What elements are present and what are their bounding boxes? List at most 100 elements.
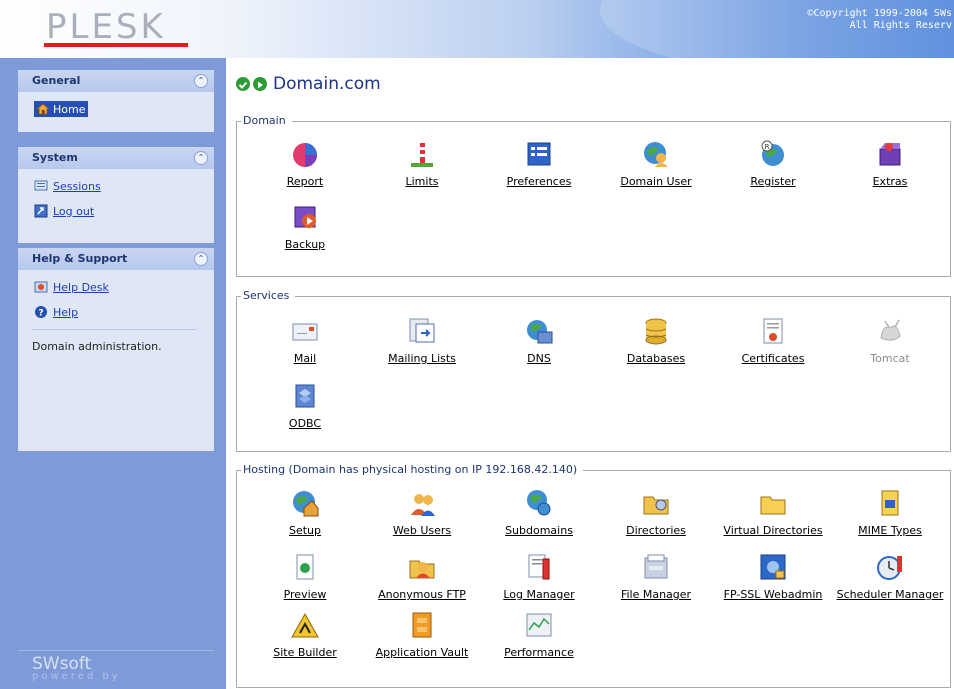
system-panel-header[interactable]: System ⌃ [18,147,214,169]
register-icon[interactable]: R [758,139,788,169]
tool-register[interactable]: R Register [713,139,833,188]
tool-mail[interactable]: Mail [245,316,365,365]
tool-domain-user[interactable]: Domain User [596,139,716,188]
tool-label[interactable]: Certificates [713,352,833,365]
subdomains-icon[interactable] [524,488,554,518]
tool-label[interactable]: Setup [245,524,365,537]
performance-icon[interactable] [524,610,554,640]
help-panel-header[interactable]: Help & Support ⌃ [18,248,214,270]
tool-dns[interactable]: DNS [479,316,599,365]
tool-mime-types[interactable]: MIME Types [830,488,950,537]
tool-limits[interactable]: Limits [362,139,482,188]
backup-icon[interactable] [290,202,320,232]
directories-icon[interactable] [641,488,671,518]
tool-subdomains[interactable]: Subdomains [479,488,599,537]
scheduler-manager-icon[interactable] [875,552,905,582]
general-panel-header[interactable]: General ⌃ [18,70,214,92]
certificates-icon[interactable] [758,316,788,346]
tool-report[interactable]: Report [245,139,365,188]
web-users-icon[interactable] [407,488,437,518]
anonymous-ftp-icon[interactable] [407,552,437,582]
tool-label[interactable]: Directories [596,524,716,537]
tool-label[interactable]: Limits [362,175,482,188]
mail-icon[interactable] [290,316,320,346]
preview-icon[interactable] [290,552,320,582]
tool-label[interactable]: Log Manager [479,588,599,601]
sidebar-item-home[interactable]: Home [18,98,214,120]
tool-file-manager[interactable]: File Manager [596,552,716,601]
collapse-icon[interactable]: ⌃ [194,74,208,88]
site-builder-icon[interactable] [290,610,320,640]
tool-label[interactable]: Preferences [479,175,599,188]
tool-setup[interactable]: Setup [245,488,365,537]
fp-ssl-webadmin-icon[interactable] [758,552,788,582]
application-vault-icon[interactable] [407,610,437,640]
tool-virtual-directories[interactable]: Virtual Directories [713,488,833,537]
sidebar-item-label[interactable]: Log out [53,205,94,218]
tool-label[interactable]: Extras [830,175,950,188]
tool-application-vault[interactable]: Application Vault [362,610,482,659]
tool-directories[interactable]: Directories [596,488,716,537]
tool-label[interactable]: Mailing Lists [362,352,482,365]
extras-icon[interactable] [875,139,905,169]
tool-label[interactable]: ODBC [245,417,365,430]
tool-label[interactable]: Web Users [362,524,482,537]
tool-label[interactable]: Backup [245,238,365,251]
tool-backup[interactable]: Backup [245,202,365,251]
dns-icon[interactable] [524,316,554,346]
tool-label[interactable]: MIME Types [830,524,950,537]
sidebar-item-logout[interactable]: Log out [18,200,214,222]
tool-preview[interactable]: Preview [245,552,365,601]
tool-databases[interactable]: Databases [596,316,716,365]
tool-label[interactable]: Site Builder [245,646,365,659]
sidebar-item-label[interactable]: Help Desk [53,281,109,294]
tool-log-manager[interactable]: Log Manager [479,552,599,601]
tool-preferences[interactable]: Preferences [479,139,599,188]
setup-icon[interactable] [290,488,320,518]
tool-label[interactable]: File Manager [596,588,716,601]
tool-scheduler-manager[interactable]: Scheduler Manager [830,552,950,601]
tool-label[interactable]: Databases [596,352,716,365]
sidebar-item-label[interactable]: Sessions [53,180,101,193]
tool-label[interactable]: Register [713,175,833,188]
domain-user-icon[interactable] [641,139,671,169]
tool-anonymous-ftp[interactable]: Anonymous FTP [362,552,482,601]
sidebar-item-help-desk[interactable]: Help Desk [18,276,214,298]
tool-label[interactable]: Virtual Directories [713,524,833,537]
tool-certificates[interactable]: Certificates [713,316,833,365]
report-icon[interactable] [290,139,320,169]
tool-label[interactable]: DNS [479,352,599,365]
mailing-lists-icon[interactable] [407,316,437,346]
tool-label[interactable]: Application Vault [362,646,482,659]
home-selected[interactable]: Home [34,101,89,117]
odbc-icon[interactable] [290,381,320,411]
tool-label[interactable]: Anonymous FTP [362,588,482,601]
collapse-icon[interactable]: ⌃ [194,151,208,165]
tool-label[interactable]: Scheduler Manager [830,588,950,601]
sidebar-item-sessions[interactable]: Sessions [18,175,214,197]
tool-label[interactable]: Mail [245,352,365,365]
tool-extras[interactable]: Extras [830,139,950,188]
tool-label[interactable]: Performance [479,646,599,659]
log-manager-icon[interactable] [524,552,554,582]
tool-site-builder[interactable]: Site Builder [245,610,365,659]
tool-label[interactable]: Preview [245,588,365,601]
collapse-icon[interactable]: ⌃ [194,252,208,266]
tool-performance[interactable]: Performance [479,610,599,659]
mime-types-icon[interactable] [875,488,905,518]
databases-icon[interactable] [641,316,671,346]
tool-label[interactable]: Domain User [596,175,716,188]
limits-icon[interactable] [407,139,437,169]
tool-mailing-lists[interactable]: Mailing Lists [362,316,482,365]
tool-label[interactable]: FP-SSL Webadmin [713,588,833,601]
tool-odbc[interactable]: ODBC [245,381,365,430]
tool-label[interactable]: Report [245,175,365,188]
sidebar-item-label[interactable]: Help [53,306,78,319]
tool-label[interactable]: Subdomains [479,524,599,537]
preferences-icon[interactable] [524,139,554,169]
tool-fp-ssl-webadmin[interactable]: FP-SSL Webadmin [713,552,833,601]
virtual-directories-icon[interactable] [758,488,788,518]
tool-web-users[interactable]: Web Users [362,488,482,537]
file-manager-icon[interactable] [641,552,671,582]
sidebar-item-help[interactable]: ? Help [18,301,214,323]
